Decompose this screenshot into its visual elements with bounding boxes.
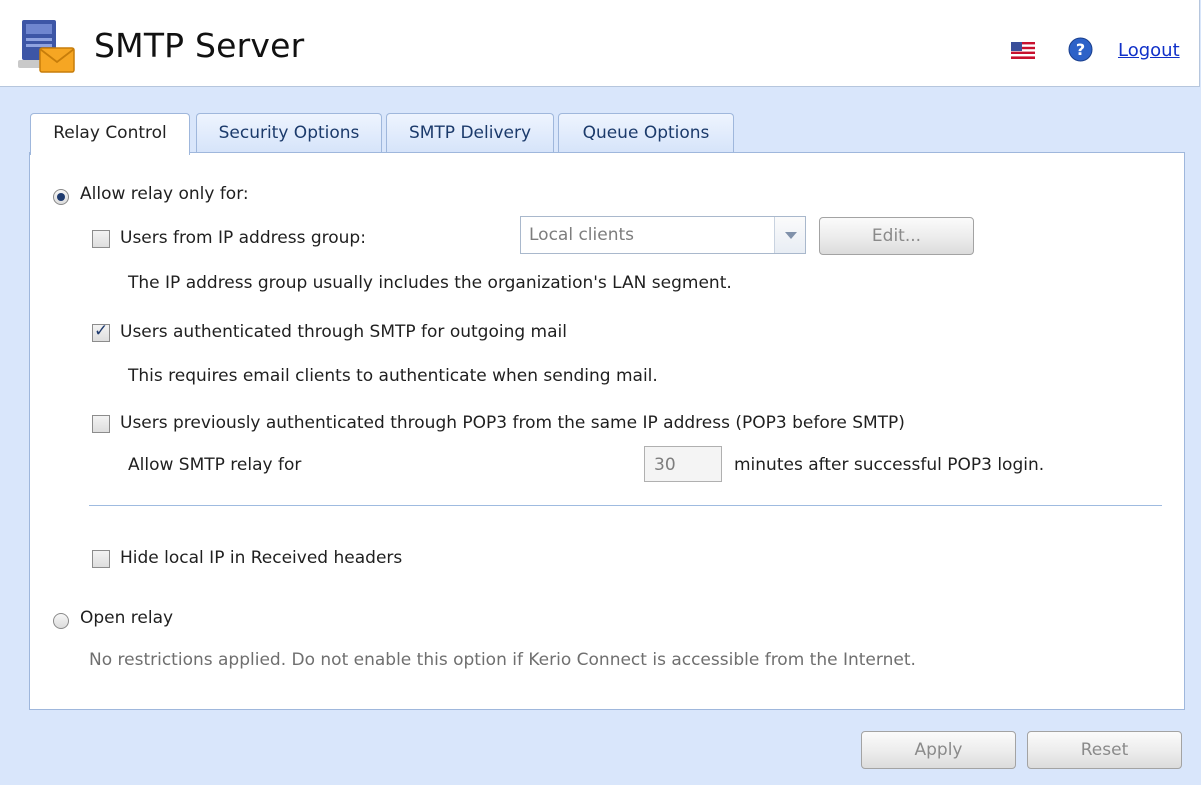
- apply-button[interactable]: Apply: [861, 731, 1016, 769]
- smtp-auth-description: This requires email clients to authentic…: [128, 366, 658, 386]
- open-relay-label: Open relay: [80, 608, 174, 628]
- us-flag-icon[interactable]: [1011, 42, 1035, 59]
- hide-local-ip-label: Hide local IP in Received headers: [120, 548, 403, 568]
- chevron-down-icon[interactable]: [774, 217, 805, 253]
- open-relay-description: No restrictions applied. Do not enable t…: [89, 650, 916, 670]
- pop3-auth-checkbox[interactable]: [92, 415, 110, 433]
- reset-button[interactable]: Reset: [1027, 731, 1182, 769]
- ip-group-select[interactable]: Local clients: [520, 216, 806, 254]
- pop3-allow-prefix: Allow SMTP relay for: [128, 455, 302, 475]
- section-divider: [89, 505, 1162, 506]
- pop3-auth-label: Users previously authenticated through P…: [120, 413, 905, 433]
- ip-group-checkbox[interactable]: [92, 230, 110, 248]
- page-title: SMTP Server: [94, 26, 305, 65]
- page-header: SMTP Server ? Logout: [0, 0, 1200, 87]
- ip-group-label: Users from IP address group:: [120, 228, 366, 248]
- smtp-auth-label: Users authenticated through SMTP for out…: [120, 322, 567, 342]
- help-icon[interactable]: ?: [1068, 37, 1093, 62]
- tab-queue-options[interactable]: Queue Options: [558, 113, 734, 152]
- allow-relay-only-radio[interactable]: [53, 189, 69, 205]
- allow-relay-only-label: Allow relay only for:: [80, 184, 249, 204]
- edit-group-button[interactable]: Edit...: [819, 217, 974, 255]
- pop3-minutes-value: 30: [654, 455, 676, 475]
- smtp-auth-checkbox[interactable]: [92, 321, 110, 342]
- tab-security-options[interactable]: Security Options: [196, 113, 382, 152]
- ip-group-description: The IP address group usually includes th…: [128, 273, 732, 293]
- ip-group-select-value: Local clients: [529, 225, 635, 245]
- open-relay-radio[interactable]: [53, 613, 69, 629]
- smtp-server-icon: [18, 20, 75, 73]
- logout-link[interactable]: Logout: [1118, 40, 1180, 61]
- tab-smtp-delivery[interactable]: SMTP Delivery: [386, 113, 554, 152]
- svg-text:?: ?: [1076, 40, 1085, 59]
- pop3-allow-suffix: minutes after successful POP3 login.: [734, 455, 1045, 475]
- pop3-minutes-input[interactable]: 30: [644, 446, 722, 482]
- tab-relay-control[interactable]: Relay Control: [30, 113, 190, 155]
- hide-local-ip-checkbox[interactable]: [92, 550, 110, 568]
